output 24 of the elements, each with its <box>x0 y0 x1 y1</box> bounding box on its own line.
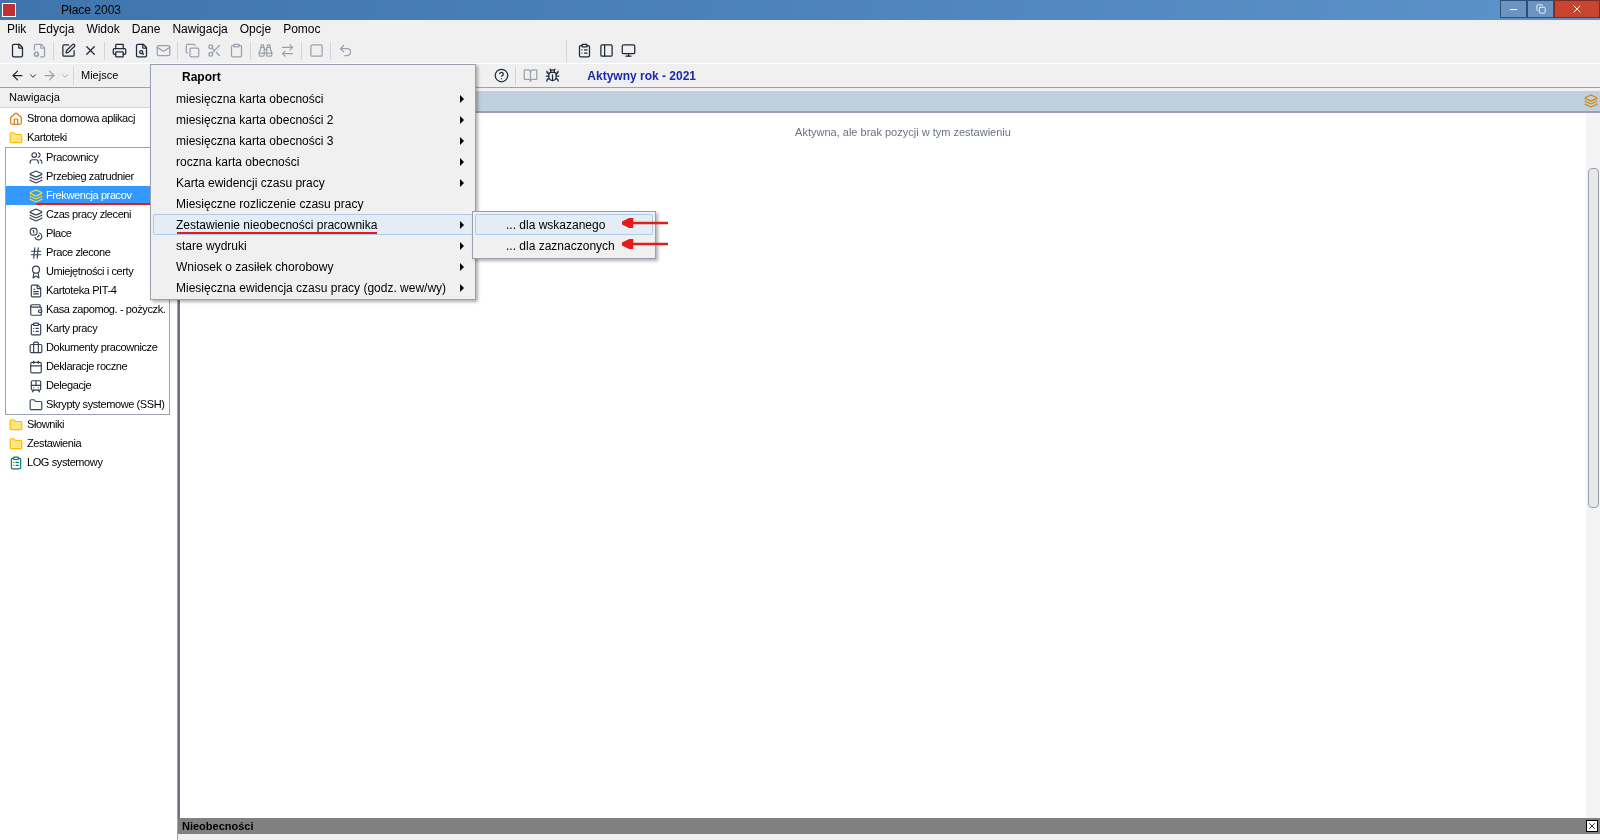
tree-item[interactable]: Skrypty systemowe (SSH) <box>6 395 169 414</box>
menu-item[interactable]: Nawigacja <box>166 20 234 38</box>
tree-item[interactable]: Delegacje <box>6 376 169 395</box>
tree-item[interactable]: Dokumenty pracownicze <box>6 338 169 357</box>
menu-item[interactable]: Edycja <box>32 20 81 38</box>
menu-title: Raport <box>181 69 222 86</box>
window-title: Płace 2003 <box>61 2 122 19</box>
tree-item[interactable]: Karty pracy <box>6 319 169 338</box>
tree-item[interactable]: Deklaracje roczne <box>6 357 169 376</box>
menu-item[interactable]: Dane <box>125 20 167 38</box>
menu-item[interactable]: Widok <box>80 20 126 38</box>
panel-title: Nieobecności <box>182 818 254 834</box>
active-year: Aktywny rok - 2021 <box>587 67 696 85</box>
empty-message: Aktywna, ale brak pozycji w tym zestawieniu <box>795 125 1011 140</box>
location-label: Miejsce <box>81 68 119 84</box>
menu-item[interactable]: Plik <box>1 20 33 38</box>
tree-item[interactable]: Zestawienia <box>0 434 177 453</box>
menu-item[interactable]: Pomoc <box>277 20 327 38</box>
menu-item[interactable]: ... dla wskazanego <box>475 214 653 235</box>
tree-item[interactable]: LOG systemowy <box>0 453 177 472</box>
tree-item[interactable]: Kasa zapomog. - pożyczk. <box>6 300 169 319</box>
menu-item[interactable]: Opcje <box>233 20 278 38</box>
menu-item[interactable]: Zestawienie nieobecności pracownika <box>153 214 473 235</box>
tree-item[interactable]: Słowniki <box>0 415 177 434</box>
